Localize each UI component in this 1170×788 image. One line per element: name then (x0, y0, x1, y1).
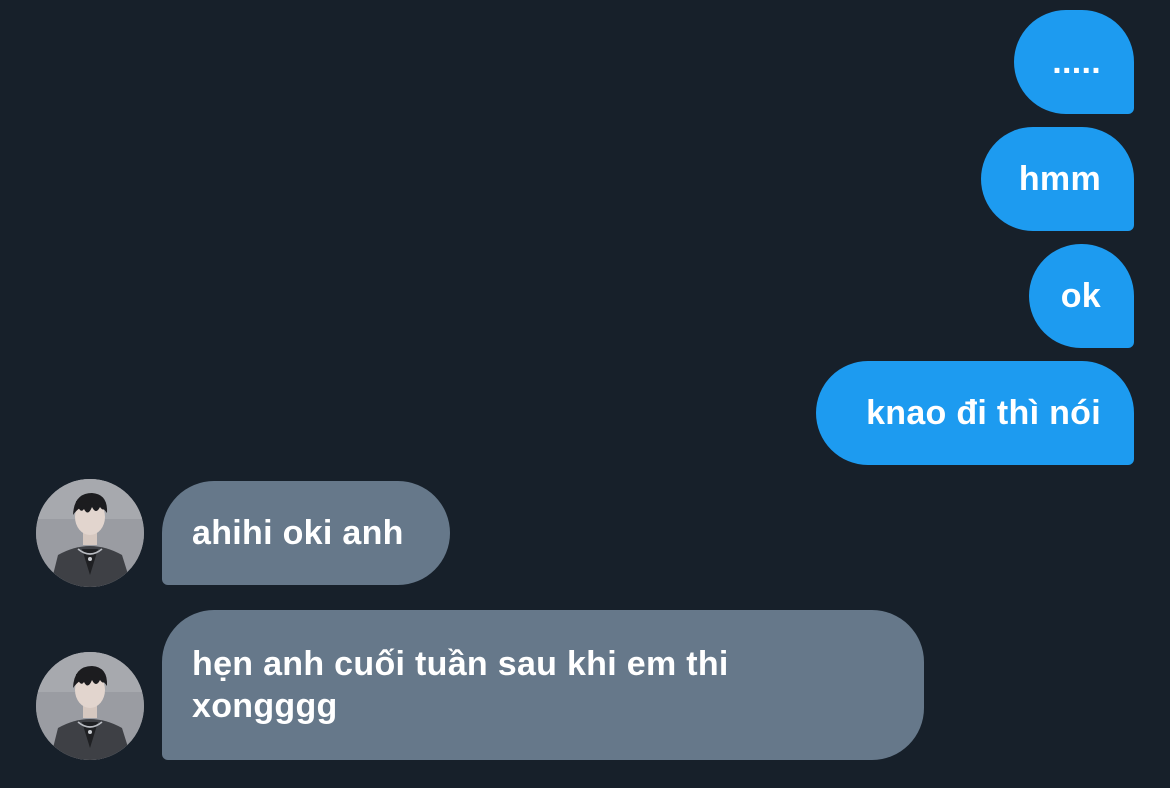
avatar-image (36, 479, 144, 587)
message-text: ..... (1052, 43, 1101, 81)
message-text: hẹn anh cuối tuần sau khi em thi xongggg (192, 645, 729, 725)
message-text: hmm (1018, 160, 1101, 198)
outgoing-message-bubble[interactable]: knao đi thì nói (816, 361, 1134, 465)
outgoing-message-bubble[interactable]: ok (1029, 244, 1134, 348)
avatar-image (36, 652, 144, 760)
outgoing-message-bubble[interactable]: ..... (1014, 10, 1134, 114)
message-text: knao đi thì nói (866, 394, 1101, 432)
message-thread: ..... hmm ok knao đi thì nói ahihi oki a… (0, 0, 1170, 788)
user-avatar-icon[interactable] (36, 479, 144, 587)
incoming-message-bubble[interactable]: hẹn anh cuối tuần sau khi em thi xongggg (162, 610, 924, 760)
outgoing-message-bubble[interactable]: hmm (981, 127, 1134, 231)
incoming-message-bubble[interactable]: ahihi oki anh (162, 481, 450, 585)
message-text: ok (1060, 277, 1101, 315)
message-text: ahihi oki anh (192, 514, 404, 552)
user-avatar-icon[interactable] (36, 652, 144, 760)
